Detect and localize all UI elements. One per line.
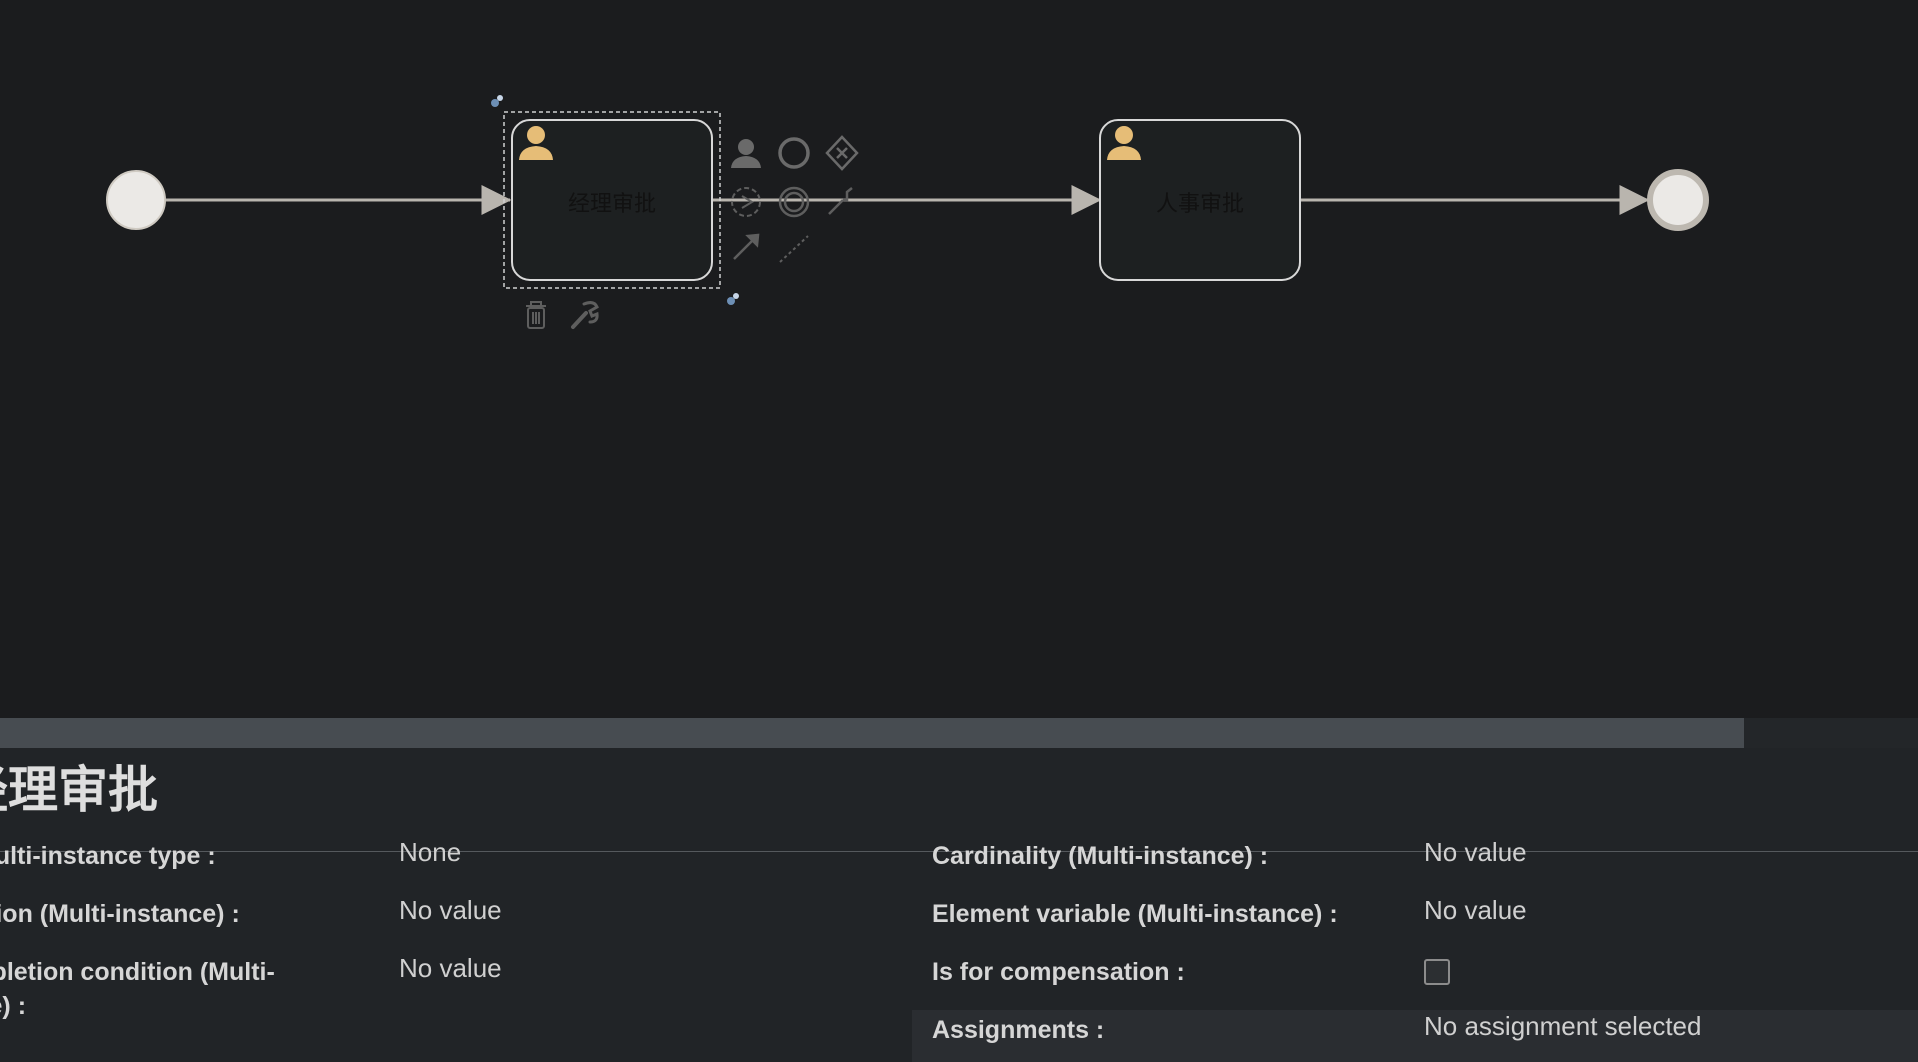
element-variable-label: Element variable (Multi-instance) : <box>932 900 1338 928</box>
end-event[interactable] <box>1647 169 1709 231</box>
start-event-icon[interactable] <box>731 187 761 217</box>
collection-label: Collection (Multi-instance) : <box>0 900 240 928</box>
properties-title: 经理审批 <box>0 761 158 819</box>
bpmn-canvas[interactable]: 经理审批 人事审批 <box>0 0 1918 718</box>
resize-handle[interactable] <box>491 95 503 107</box>
cardinality-value[interactable]: No value <box>1424 836 1527 868</box>
task-label: 经理审批 <box>567 192 656 217</box>
assignments-value[interactable]: No assignment selected <box>1424 1010 1701 1042</box>
association-icon[interactable] <box>779 235 809 263</box>
properties-panel: 经理审批 Multi-instance type : None Collecti… <box>0 748 1918 1062</box>
task-label: 人事审批 <box>1155 192 1244 217</box>
multi-instance-type-label: Multi-instance type : <box>0 842 216 870</box>
intermediate-event-icon[interactable] <box>778 137 810 169</box>
completion-condition-label: Completion condition (Multi- <box>0 958 275 986</box>
start-event[interactable] <box>106 170 166 230</box>
connect-arrow-icon[interactable] <box>733 233 760 260</box>
cardinality-label: Cardinality (Multi-instance) : <box>932 842 1269 870</box>
resize-handle[interactable] <box>727 293 739 305</box>
horizontal-scrollbar[interactable] <box>0 718 1918 748</box>
collection-value[interactable]: No value <box>399 894 502 926</box>
assignments-label: Assignments : <box>932 1016 1105 1044</box>
gateway-icon[interactable] <box>825 135 859 171</box>
completion-condition-label-cont: instance) : <box>0 992 27 1020</box>
is-for-compensation-label: Is for compensation : <box>932 958 1185 986</box>
end-event-icon[interactable] <box>778 186 810 218</box>
user-task-icon[interactable] <box>731 139 761 168</box>
multi-instance-type-value[interactable]: None <box>399 836 461 868</box>
scrollbar-thumb[interactable] <box>0 718 1744 748</box>
bpmn-diagram <box>106 95 1709 329</box>
wrench-icon[interactable] <box>571 301 599 329</box>
completion-condition-value[interactable]: No value <box>399 952 502 984</box>
is-for-compensation-checkbox[interactable] <box>1424 959 1450 985</box>
element-variable-value[interactable]: No value <box>1424 894 1527 926</box>
delete-icon[interactable] <box>526 301 546 329</box>
